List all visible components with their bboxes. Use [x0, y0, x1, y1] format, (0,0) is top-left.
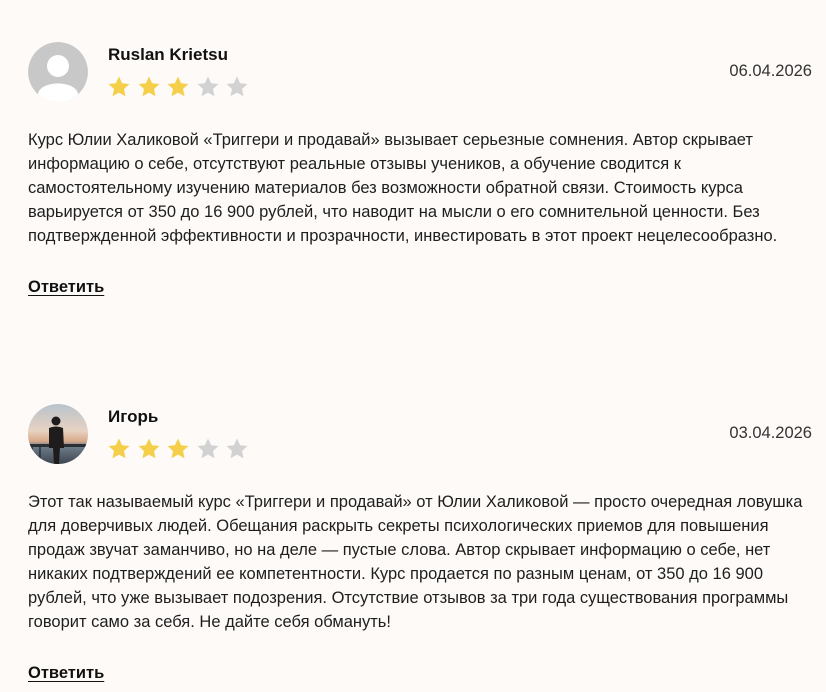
avatar [28, 42, 88, 102]
user-photo-icon [28, 404, 88, 464]
review-date: 03.04.2026 [729, 424, 812, 442]
avatar [28, 404, 88, 464]
star-icon [137, 75, 161, 99]
star-empty-icon [225, 75, 249, 99]
star-icon [166, 437, 190, 461]
review-header: Игорь 03.04.2026 [28, 404, 812, 464]
star-icon [137, 437, 161, 461]
star-rating [107, 75, 249, 99]
review-card: Игорь 03.04.2026 Этот так называемый кур… [28, 404, 812, 683]
user-placeholder-icon [28, 42, 88, 102]
star-empty-icon [225, 437, 249, 461]
star-empty-icon [196, 75, 220, 99]
reply-link[interactable]: Ответить [28, 278, 104, 297]
review-text: Курс Юлии Халиковой «Триггери и продавай… [28, 131, 778, 245]
review-author: Игорь [108, 407, 159, 426]
review-text: Этот так называемый курс «Триггери и про… [28, 493, 803, 631]
star-rating [107, 437, 249, 461]
star-empty-icon [196, 437, 220, 461]
review-date: 06.04.2026 [729, 62, 812, 80]
star-icon [107, 437, 131, 461]
review-author: Ruslan Krietsu [108, 45, 228, 64]
star-icon [166, 75, 190, 99]
reply-link[interactable]: Ответить [28, 664, 104, 683]
review-card: Ruslan Krietsu 06.04.2026 Курс Юлии Хали… [28, 42, 812, 297]
review-header: Ruslan Krietsu 06.04.2026 [28, 42, 812, 102]
star-icon [107, 75, 131, 99]
